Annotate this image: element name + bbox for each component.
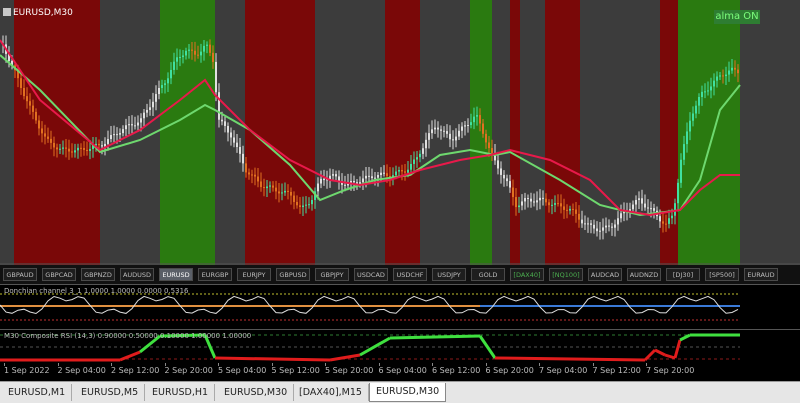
time-label: 5 Sep 12:00 — [271, 366, 320, 375]
time-label: 7 Sep 20:00 — [646, 366, 695, 375]
trend-zone — [245, 0, 315, 265]
rsi-segment — [214, 356, 331, 362]
chart-tab-eurusdm1[interactable]: EURUSD,M1 — [2, 384, 73, 401]
symbol-button-gbpnzd[interactable]: GBPNZD — [81, 268, 115, 281]
trend-zone — [385, 0, 420, 265]
trend-zone — [520, 0, 545, 265]
chart-tab-eurusdm30[interactable]: EURUSD,M30 — [218, 384, 295, 401]
donchian-line — [0, 295, 739, 315]
rsi-panel: M30 Composite RSI (14,3) 0.90000 0.50000… — [0, 329, 800, 364]
donchian-panel: Donchian channel 3_1 1.0000 1.0000 0.000… — [0, 284, 800, 329]
time-axis: 1 Sep 2022 2 Sep 04:00 2 Sep 12:00 2 Sep 20… — [0, 363, 800, 381]
trend-zone — [545, 0, 580, 265]
symbol-button-audusd[interactable]: AUDUSD — [120, 268, 154, 281]
rsi-segment — [679, 333, 691, 342]
time-label: 5 Sep 04:00 — [218, 366, 267, 375]
symbol-button-eurusd[interactable]: EURUSD — [159, 268, 193, 281]
symbol-button-sp500[interactable]: [SP500] — [705, 268, 739, 281]
trend-zone — [100, 0, 160, 265]
symbol-button-eurjpy[interactable]: EURJPY — [237, 268, 271, 281]
time-label: 6 Sep 20:00 — [485, 366, 534, 375]
trend-zone — [0, 0, 14, 265]
trend-zone — [470, 0, 492, 265]
symbol-button-gbpjpy[interactable]: GBPJPY — [315, 268, 349, 281]
alma-status-badge[interactable]: alma ON — [714, 10, 760, 24]
symbol-button-gbpusd[interactable]: GBPUSD — [276, 268, 310, 281]
symbol-button-bar: GBPAUD GBPCAD GBPNZD AUDUSD EURUSD EURGBP EURJ… — [0, 265, 800, 284]
symbol-button-gbpcad[interactable]: GBPCAD — [42, 268, 76, 281]
symbol-button-gbpaud[interactable]: GBPAUD — [3, 268, 37, 281]
chart-tab-dax40m15[interactable]: [DAX40],M15 — [293, 384, 369, 401]
symbol-button-audcad[interactable]: AUDCAD — [588, 268, 622, 281]
time-label: 5 Sep 20:00 — [325, 366, 374, 375]
rsi-segment — [654, 348, 666, 357]
trend-zone — [160, 0, 215, 265]
chart-tab-eurusdm30[interactable]: EURUSD,M30 — [369, 383, 447, 402]
window-icon — [3, 8, 11, 16]
time-label: 7 Sep 12:00 — [592, 366, 641, 375]
time-label: 2 Sep 04:00 — [57, 366, 106, 375]
price-chart-svg — [0, 0, 800, 265]
symbol-button-nq100[interactable]: [NQ100] — [549, 268, 583, 281]
time-label: 2 Sep 12:00 — [111, 366, 160, 375]
chart-tab-eurusdm5[interactable]: EURUSD,M5 — [75, 384, 146, 401]
main-chart[interactable]: EURUSD,M30 alma ON — [0, 0, 800, 265]
trend-zone — [740, 0, 800, 265]
rsi-segment — [119, 350, 141, 362]
time-label: 2 Sep 20:00 — [164, 366, 213, 375]
rsi-label: M30 Composite RSI (14,3) 0.90000 0.50000… — [4, 332, 252, 340]
rsi-segment — [673, 339, 682, 359]
time-label: 6 Sep 04:00 — [378, 366, 427, 375]
symbol-button-dj30[interactable]: [DJ30] — [666, 268, 700, 281]
trend-zone — [315, 0, 385, 265]
chart-symbol-label: EURUSD,M30 — [3, 8, 73, 18]
rsi-segment — [494, 356, 646, 362]
trend-zone — [492, 0, 510, 265]
symbol-button-gold[interactable]: GOLD — [471, 268, 505, 281]
symbol-button-usdchf[interactable]: USDCHF — [393, 268, 427, 281]
symbol-button-euraud[interactable]: EURAUD — [744, 268, 778, 281]
rsi-segment — [389, 334, 481, 340]
trend-zone — [580, 0, 660, 265]
symbol-button-usdjpy[interactable]: USDJPY — [432, 268, 466, 281]
time-label: 6 Sep 12:00 — [432, 366, 481, 375]
symbol-button-eurgbp[interactable]: EURGBP — [198, 268, 232, 281]
trend-zone — [14, 0, 100, 265]
time-label: 1 Sep 2022 — [4, 366, 50, 375]
chart-tab-eurusdh1[interactable]: EURUSD,H1 — [146, 384, 216, 401]
donchian-label: Donchian channel 3_1 1.0000 1.0000 0.000… — [4, 287, 189, 295]
chart-tab-bar: EURUSD,M1 EURUSD,M5 EURUSD,H1 EURUSD,M30 [DA… — [0, 381, 800, 403]
time-label: 7 Sep 04:00 — [539, 366, 588, 375]
trend-zone — [510, 0, 520, 265]
symbol-button-dax40[interactable]: [DAX40] — [510, 268, 544, 281]
symbol-button-usdcad[interactable]: USDCAD — [354, 268, 388, 281]
rsi-segment — [664, 353, 676, 360]
symbol-button-audnzd[interactable]: AUDNZD — [627, 268, 661, 281]
